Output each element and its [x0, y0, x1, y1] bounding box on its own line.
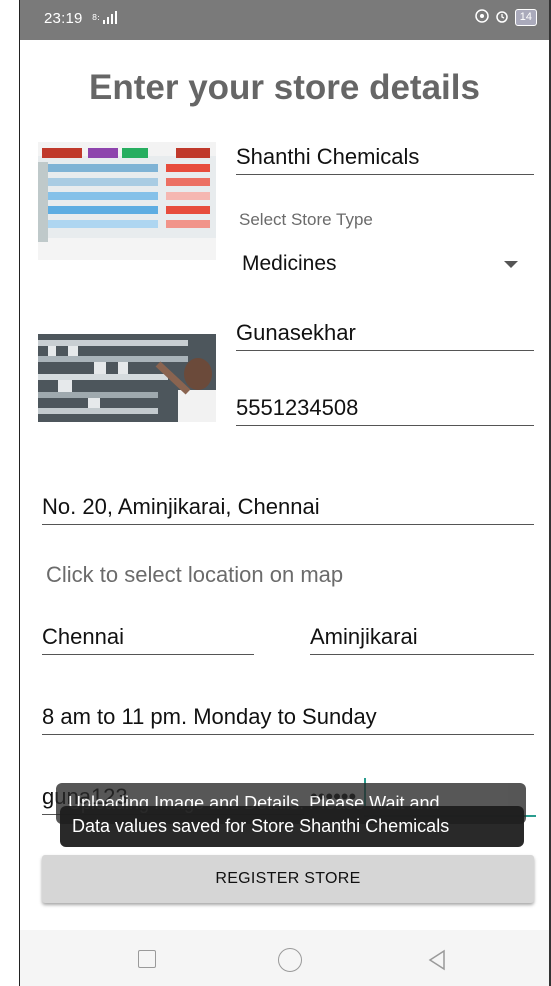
page-title: Enter your store details — [89, 68, 480, 107]
svg-text:8:: 8: — [92, 13, 100, 22]
navigation-bar — [20, 930, 549, 986]
store-type-select[interactable]: Medicines — [236, 244, 534, 284]
owner-photo[interactable] — [38, 334, 216, 422]
battery-icon: 14 — [514, 9, 537, 26]
location-icon — [475, 9, 489, 26]
store-type-label: Select Store Type — [239, 210, 373, 229]
back-icon[interactable] — [425, 948, 449, 977]
status-time: 23:19 — [44, 10, 83, 27]
city-input[interactable]: Chennai — [42, 624, 254, 655]
frame-border-left — [0, 0, 20, 986]
status-icons: 14 — [475, 9, 537, 26]
store-type-value: Medicines — [242, 252, 337, 275]
status-bar: 23:19 8: 14 — [20, 0, 549, 40]
store-photo[interactable] — [38, 142, 216, 260]
owner-name-input[interactable]: Gunasekhar — [236, 320, 534, 351]
signal-icon: 8: — [92, 11, 118, 30]
alarm-icon — [495, 9, 509, 26]
toast-saved: Data values saved for Store Shanthi Chem… — [60, 806, 524, 847]
dropdown-arrow-icon — [504, 261, 518, 268]
hours-input[interactable]: 8 am to 11 pm. Monday to Sunday — [42, 704, 534, 735]
screen-frame: 23:19 8: 14 Enter your store details Sha… — [0, 0, 551, 986]
phone-screen: 23:19 8: 14 Enter your store details Sha… — [20, 0, 549, 986]
store-name-input[interactable]: Shanthi Chemicals — [236, 144, 534, 175]
address-input[interactable]: No. 20, Aminjikarai, Chennai — [42, 494, 534, 525]
select-location-link[interactable]: Click to select location on map — [46, 562, 343, 588]
home-icon[interactable] — [278, 948, 302, 972]
recent-apps-icon[interactable] — [138, 950, 156, 968]
register-store-button[interactable]: REGISTER STORE — [42, 855, 534, 903]
area-input[interactable]: Aminjikarai — [310, 624, 534, 655]
phone-input[interactable]: 5551234508 — [236, 395, 534, 426]
